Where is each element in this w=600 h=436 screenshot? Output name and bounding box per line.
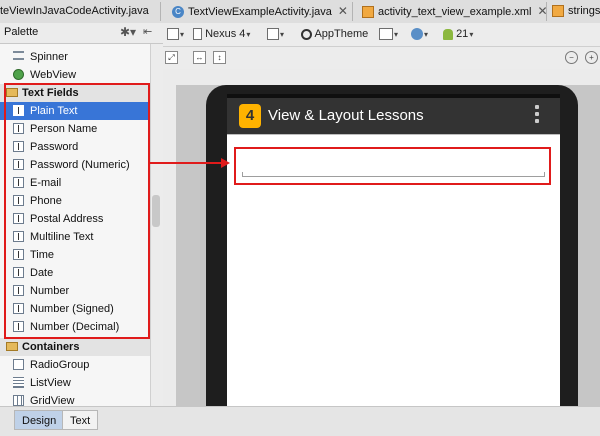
phone-screen[interactable] — [227, 94, 560, 406]
palette-item-label: ListView — [30, 377, 71, 389]
tab-activity-xml[interactable]: activity_text_view_example.xml ✕ — [362, 0, 548, 22]
locale-selector[interactable]: ▾ — [411, 26, 428, 42]
editor-tab-bar: teViewInJavaCodeActivity.java C TextViewE… — [0, 0, 600, 24]
text-fields-highlight-box — [4, 83, 150, 339]
palette-item-webview[interactable]: WebView — [0, 66, 150, 84]
device-name: Nexus 4 — [205, 28, 246, 40]
sort-icon[interactable]: ⇤ — [143, 25, 152, 38]
palette-item-label: RadioGroup — [30, 359, 90, 371]
device-icon — [193, 28, 202, 41]
palette-item-label: GridView — [30, 395, 75, 406]
gridview-icon — [13, 395, 24, 406]
api-level: 21 — [456, 28, 469, 40]
tab-java-activity-1[interactable]: teViewInJavaCodeActivity.java — [0, 0, 149, 22]
zoom-fit-icon[interactable]: ⤢ — [165, 51, 178, 64]
globe-icon — [411, 28, 423, 41]
webview-icon — [13, 69, 24, 80]
palette-scrollbar-thumb[interactable] — [152, 195, 160, 227]
highlight-arrow — [150, 162, 228, 164]
layout-toolbar: ▾ Nexus 4▾ ▾ AppTheme ▾ ▾ 21▾ — [163, 23, 600, 47]
java-class-icon: C — [172, 6, 184, 19]
device-selector[interactable]: Nexus 4▾ — [193, 26, 250, 42]
folder-icon — [6, 342, 18, 351]
theme-name: AppTheme — [314, 28, 369, 40]
overflow-menu-icon — [534, 103, 540, 127]
palette-item-radiogroup[interactable]: RadioGroup — [0, 356, 150, 374]
orientation-icon — [267, 28, 279, 41]
listview-icon — [13, 377, 24, 388]
tab-text[interactable]: Text — [62, 410, 99, 430]
palette-item-gridview[interactable]: GridView — [0, 392, 150, 406]
theme-icon — [301, 28, 312, 40]
palette-item-label: WebView — [30, 69, 77, 81]
tab-label: TextViewExampleActivity.java — [188, 6, 332, 18]
palette-item-listview[interactable]: ListView — [0, 374, 150, 392]
activity-selector[interactable]: ▾ — [379, 26, 398, 42]
tab-label: activity_text_view_example.xml — [378, 6, 532, 18]
gear-icon[interactable]: ✱▾ — [120, 25, 136, 39]
tab-label: teViewInJavaCodeActivity.java — [0, 5, 149, 17]
radiogroup-icon — [13, 359, 24, 370]
palette-item-label: Spinner — [30, 51, 68, 63]
activity-icon — [379, 28, 393, 41]
tab-separator — [546, 2, 547, 21]
tab-separator — [352, 2, 353, 21]
orientation-button[interactable]: ▾ — [267, 26, 284, 42]
palette-group-label: Containers — [22, 341, 80, 353]
action-bar-divider — [227, 134, 560, 135]
file-icon — [167, 28, 179, 41]
zoom-in-icon[interactable]: + — [585, 51, 598, 64]
close-icon[interactable]: ✕ — [338, 4, 348, 18]
edittext-highlight-box — [234, 147, 551, 185]
tab-label: strings — [568, 5, 600, 17]
zoom-toolbar: ⤢ ↔ ↕ − + — [163, 47, 600, 69]
tab-textview-example-activity[interactable]: C TextViewExampleActivity.java ✕ — [172, 0, 348, 22]
api-level-selector[interactable]: 21▾ — [443, 26, 473, 42]
theme-selector[interactable]: AppTheme — [301, 26, 368, 42]
resize-horizontal-icon[interactable]: ↔ — [193, 51, 206, 64]
xml-file-icon — [552, 5, 564, 18]
android-icon — [443, 28, 453, 40]
app-title: View & Layout Lessons — [268, 107, 424, 124]
tab-design[interactable]: Design — [14, 410, 65, 430]
editor-mode-bar: Design Text — [0, 406, 600, 436]
palette-title: Palette — [4, 26, 39, 38]
palette-header: Palette ✱▾ ⇤ — [0, 23, 163, 44]
zoom-out-icon[interactable]: − — [565, 51, 578, 64]
spinner-icon — [13, 51, 24, 60]
layout-file-button[interactable]: ▾ — [167, 26, 184, 42]
palette-item-spinner[interactable]: Spinner — [0, 48, 150, 66]
tab-strings-xml[interactable]: strings — [552, 0, 600, 22]
app-icon: 4 — [239, 104, 261, 128]
highlight-arrow-head — [221, 158, 230, 168]
palette-group-containers[interactable]: Containers — [0, 338, 150, 356]
xml-file-icon — [362, 6, 374, 19]
resize-vertical-icon[interactable]: ↕ — [213, 51, 226, 64]
tab-separator — [160, 2, 161, 21]
